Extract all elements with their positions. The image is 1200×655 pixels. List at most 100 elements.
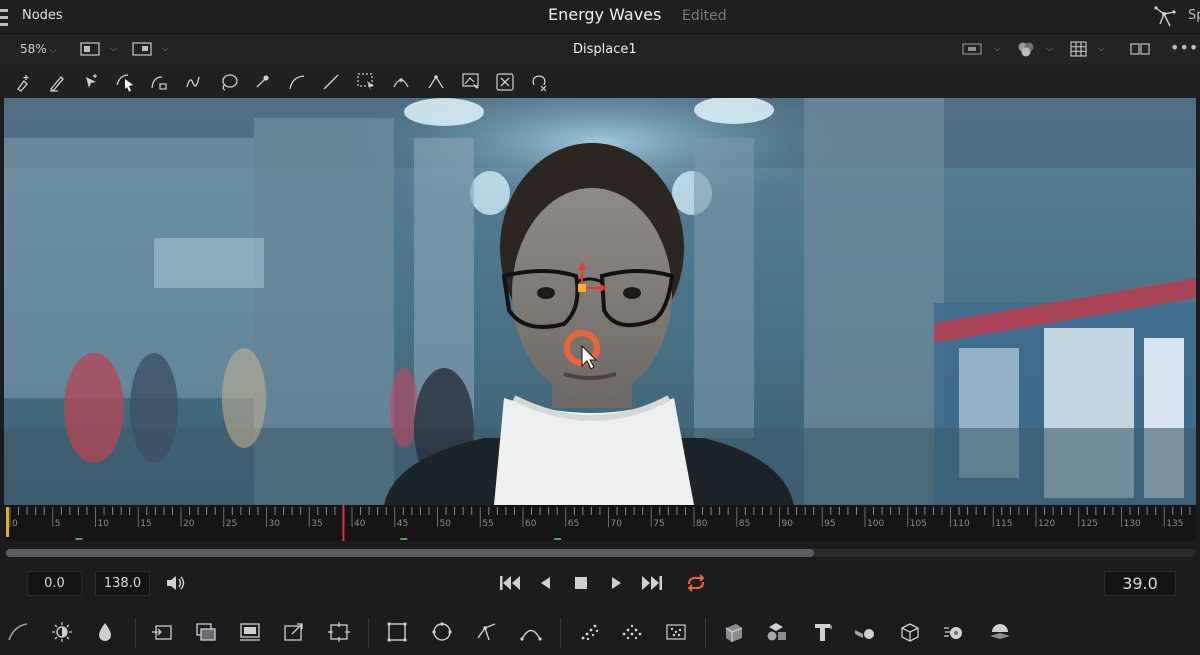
ellipse-icon[interactable] bbox=[430, 620, 454, 644]
merge-icon[interactable] bbox=[194, 620, 218, 644]
ruler-tick-label: 90 bbox=[782, 519, 794, 529]
chevron-down-icon[interactable]: ⌵ bbox=[1046, 44, 1053, 54]
chevron-down-icon[interactable]: ⌵ bbox=[110, 44, 117, 54]
timeline-scrollbar[interactable] bbox=[6, 549, 1196, 557]
ruler-tick-label: 0 bbox=[12, 519, 18, 529]
render-end-field[interactable]: 138.0 bbox=[95, 571, 150, 596]
current-time-field[interactable]: 39.0 bbox=[1104, 571, 1176, 596]
transform-icon[interactable] bbox=[282, 620, 306, 644]
ruler-tick-label: 105 bbox=[910, 519, 927, 529]
resize-icon[interactable] bbox=[327, 620, 351, 644]
lut-icon[interactable] bbox=[962, 41, 982, 57]
blur-icon[interactable] bbox=[93, 620, 117, 644]
go-to-end-icon[interactable] bbox=[640, 572, 664, 594]
ruler-tick-label: 20 bbox=[183, 519, 195, 529]
nodes-panel-icon[interactable] bbox=[0, 7, 12, 27]
ruler-ticks: 0 5 10 15 20 25 30 35 40 45 50 55 60 65 70 75 80 85 90 95 10… bbox=[6, 505, 1191, 541]
toolbar-separator bbox=[560, 618, 561, 648]
toolbar-separator bbox=[705, 618, 706, 648]
zoom-value: 58% bbox=[20, 42, 47, 56]
viewer-layout-icon[interactable] bbox=[80, 41, 100, 57]
ruler-tick-label: 25 bbox=[226, 519, 237, 529]
viewer-node-name: Displace1 bbox=[573, 42, 637, 57]
play-forward-icon[interactable] bbox=[604, 572, 628, 594]
keyframe-marker[interactable] bbox=[554, 538, 562, 540]
particle-render-icon[interactable] bbox=[620, 620, 644, 644]
polygon-tool-row bbox=[0, 65, 1200, 98]
color-channel-icon[interactable] bbox=[1016, 41, 1036, 57]
spline-editor-icon[interactable] bbox=[1152, 2, 1182, 32]
spline-label[interactable]: Sp bbox=[1188, 8, 1200, 23]
stop-icon[interactable] bbox=[569, 572, 593, 594]
dual-viewer-icon[interactable] bbox=[1130, 41, 1150, 57]
chevron-down-icon[interactable]: ⌵ bbox=[162, 44, 169, 54]
polyline-icon[interactable] bbox=[182, 71, 204, 93]
ruler-tick-label: 95 bbox=[824, 519, 835, 529]
ruler-tick-label: 5 bbox=[55, 519, 61, 529]
close-shape-icon[interactable] bbox=[528, 71, 550, 93]
bottom-toolbar bbox=[0, 610, 1200, 655]
grid-icon[interactable] bbox=[1069, 41, 1089, 57]
brightness-icon[interactable] bbox=[50, 620, 74, 644]
nodes-panel-label[interactable]: Nodes bbox=[22, 8, 63, 23]
lasso-icon[interactable] bbox=[218, 71, 240, 93]
shape3d-icon[interactable] bbox=[722, 620, 746, 644]
polygon-icon[interactable] bbox=[475, 620, 499, 644]
audio-icon[interactable] bbox=[163, 572, 187, 594]
chevron-down-icon[interactable]: ⌵ bbox=[1098, 44, 1105, 54]
ruler-tick-label: 30 bbox=[269, 519, 281, 529]
ruler-tick-label: 35 bbox=[311, 519, 322, 529]
add-point-icon[interactable] bbox=[12, 71, 34, 93]
smooth-icon[interactable] bbox=[390, 71, 412, 93]
insert-point-icon[interactable] bbox=[80, 71, 102, 93]
ruler-tick-label: 15 bbox=[140, 519, 151, 529]
render-start-field[interactable]: 0.0 bbox=[27, 571, 82, 596]
chevron-down-icon: ⌵ bbox=[46, 46, 57, 56]
select-icon[interactable] bbox=[114, 71, 136, 93]
light3d-icon[interactable] bbox=[942, 620, 966, 644]
reshape-icon[interactable] bbox=[460, 71, 482, 93]
merge3d-icon[interactable] bbox=[765, 620, 789, 644]
ruler-tick-label: 130 bbox=[1124, 519, 1141, 529]
loop-icon[interactable] bbox=[684, 572, 708, 594]
keyframe-marker[interactable] bbox=[75, 538, 83, 540]
render-start-marker[interactable] bbox=[6, 507, 9, 537]
keyframe-marker[interactable] bbox=[400, 538, 408, 540]
bspline-icon[interactable] bbox=[519, 620, 543, 644]
loader-icon[interactable] bbox=[150, 620, 174, 644]
project-title: Energy Waves bbox=[548, 5, 662, 24]
title-bar: Nodes Energy Waves Edited Sp bbox=[0, 0, 1200, 34]
chevron-down-icon[interactable]: ⌵ bbox=[994, 44, 1001, 54]
text3d-icon[interactable] bbox=[810, 620, 834, 644]
ruler-tick-label: 75 bbox=[653, 519, 664, 529]
image-plane-icon[interactable] bbox=[988, 620, 1012, 644]
rectangle-icon[interactable] bbox=[385, 620, 409, 644]
play-reverse-icon[interactable] bbox=[534, 572, 558, 594]
point-icon[interactable] bbox=[252, 71, 274, 93]
particle-emitter-icon[interactable] bbox=[578, 620, 602, 644]
corner-icon[interactable] bbox=[425, 71, 447, 93]
bezier-icon[interactable] bbox=[286, 71, 308, 93]
background-icon[interactable] bbox=[238, 620, 262, 644]
toolbar-separator bbox=[135, 618, 136, 648]
go-to-start-icon[interactable] bbox=[498, 572, 522, 594]
ruler-tick-label: 50 bbox=[440, 519, 452, 529]
timeline-scroll-thumb[interactable] bbox=[6, 549, 814, 557]
modify-icon[interactable] bbox=[148, 71, 170, 93]
viewer-header: 58% ⌵ ⌵ ⌵ Displace1 ⌵ ⌵ ⌵ ••• bbox=[0, 34, 1200, 65]
zoom-select[interactable]: 58% ⌵ bbox=[20, 42, 56, 56]
timeline-ruler[interactable]: 0 5 10 15 20 25 30 35 40 45 50 55 60 65 70 75 80 85 90 95 10… bbox=[6, 505, 1196, 541]
viewer-image[interactable] bbox=[4, 98, 1196, 505]
more-options-icon[interactable]: ••• bbox=[1170, 38, 1198, 57]
draw-icon[interactable] bbox=[46, 71, 68, 93]
ruler-tick-label: 45 bbox=[397, 519, 408, 529]
ruler-tick-label: 85 bbox=[739, 519, 750, 529]
renderer3d-icon[interactable] bbox=[898, 620, 922, 644]
camera3d-icon[interactable] bbox=[853, 620, 877, 644]
delete-icon[interactable] bbox=[494, 71, 516, 93]
roi-icon[interactable] bbox=[132, 41, 152, 57]
line-icon[interactable] bbox=[320, 71, 342, 93]
curve-icon[interactable] bbox=[6, 620, 30, 644]
particle-scatter-icon[interactable] bbox=[664, 620, 688, 644]
marquee-icon[interactable] bbox=[355, 71, 377, 93]
